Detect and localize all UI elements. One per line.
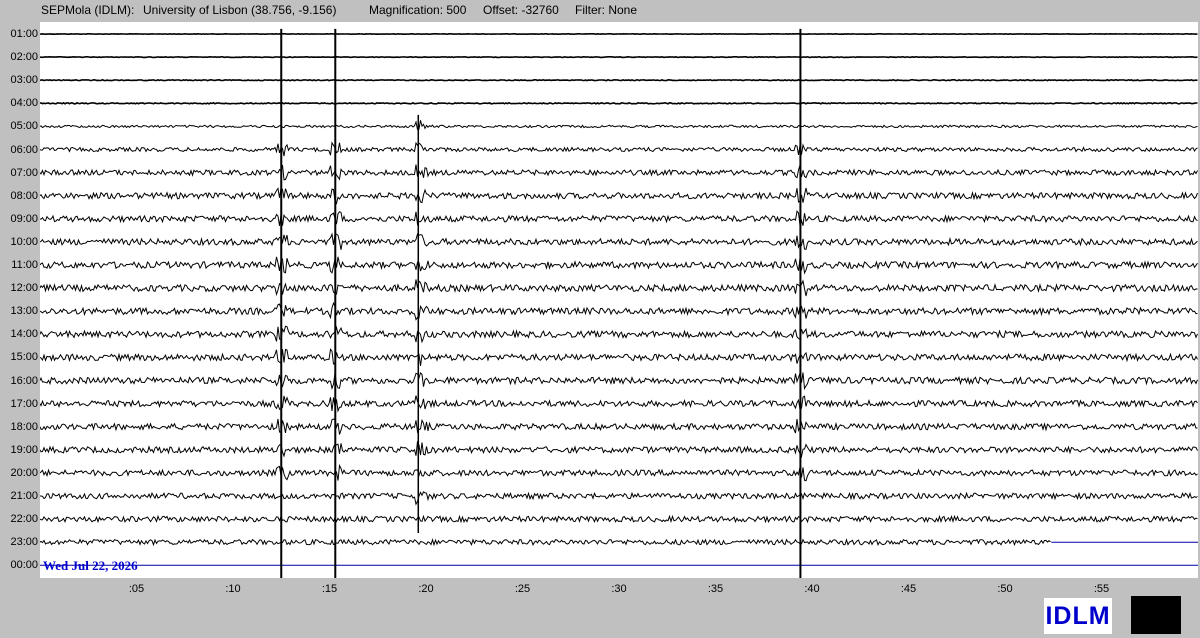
location-label: University of Lisbon (38.756, -9.156) <box>143 3 337 17</box>
seismogram-plot <box>40 22 1198 578</box>
station-logo: IDLM <box>1044 598 1112 634</box>
hour-label: 18:00 <box>10 420 38 433</box>
hour-label: 02:00 <box>10 51 38 64</box>
trace-row <box>40 491 1198 506</box>
trace-row <box>40 232 1198 250</box>
hour-label: 03:00 <box>10 74 38 87</box>
trace-row <box>40 186 1198 205</box>
trace-row <box>40 164 1198 181</box>
trace-row <box>40 301 1198 321</box>
hour-label: 00:00 <box>10 559 38 572</box>
magnification-label: Magnification: 500 <box>369 3 467 17</box>
hour-label: 21:00 <box>10 490 38 502</box>
minute-tick-label: :30 <box>611 583 627 595</box>
trace-row <box>40 325 1198 344</box>
hour-label: 15:00 <box>10 351 38 364</box>
trace-row <box>40 101 1198 105</box>
minute-tick-label: :50 <box>997 583 1013 595</box>
title-bar: SEPMola (IDLM): University of Lisbon (38… <box>0 0 1200 20</box>
minute-tick-label: :25 <box>514 583 531 595</box>
hour-label: 04:00 <box>10 97 38 110</box>
hour-label: 10:00 <box>10 235 38 248</box>
trace-row <box>40 78 1198 82</box>
seismogram-traces <box>40 28 1198 578</box>
trace-row <box>40 141 1198 157</box>
trace-row <box>40 210 1198 226</box>
minute-tick-label: :10 <box>225 583 241 595</box>
minute-tick-label: :35 <box>707 583 724 595</box>
hour-label: 12:00 <box>10 282 38 295</box>
hour-label: 11:00 <box>11 259 38 271</box>
trace-row <box>40 120 1198 131</box>
filter-label: Filter: None <box>575 3 638 17</box>
hour-label: 07:00 <box>10 166 38 179</box>
hour-label: 06:00 <box>10 143 38 156</box>
hour-label: 17:00 <box>10 397 38 410</box>
trace-row <box>40 538 1051 547</box>
trace-row <box>40 441 1198 459</box>
hour-label: 20:00 <box>10 466 38 479</box>
hour-label: 05:00 <box>10 120 38 133</box>
minute-tick-label: :55 <box>1093 583 1110 595</box>
trace-row <box>40 418 1198 435</box>
minute-axis: :05 :10 :15 :20 :25 :30 :35 :40 :45 :50 :55 <box>40 578 1198 598</box>
station-label: SEPMola (IDLM): <box>41 3 135 17</box>
hour-label: 19:00 <box>10 443 38 456</box>
trace-row <box>40 463 1198 482</box>
hour-label: 14:00 <box>10 328 38 341</box>
hour-label: 22:00 <box>10 513 38 526</box>
hour-label: 08:00 <box>10 189 38 202</box>
black-box <box>1131 596 1181 634</box>
minute-tick-label: :15 <box>321 583 338 595</box>
hour-label: 01:00 <box>10 28 38 40</box>
trace-row <box>40 256 1198 275</box>
trace-row <box>40 371 1198 391</box>
trace-row <box>40 348 1198 366</box>
offset-label: Offset: -32760 <box>483 3 559 17</box>
minute-tick-label: :45 <box>900 583 917 595</box>
hour-label: 09:00 <box>10 212 38 225</box>
minute-tick-label: :05 <box>128 583 145 595</box>
trace-row <box>40 55 1198 59</box>
minute-tick-label: :40 <box>804 583 820 595</box>
trace-row <box>40 395 1198 413</box>
hour-label: 13:00 <box>10 305 38 318</box>
hour-axis: 01:00 02:00 03:00 04:00 05:00 06:00 07:00 08:00… <box>0 0 40 600</box>
hour-label: 23:00 <box>10 536 38 549</box>
trace-row <box>40 279 1198 297</box>
date-label: Wed Jul 22, 2026 <box>43 558 138 573</box>
trace-row <box>40 514 1198 524</box>
minute-tick-label: :20 <box>418 583 434 595</box>
hour-label: 16:00 <box>10 374 38 387</box>
